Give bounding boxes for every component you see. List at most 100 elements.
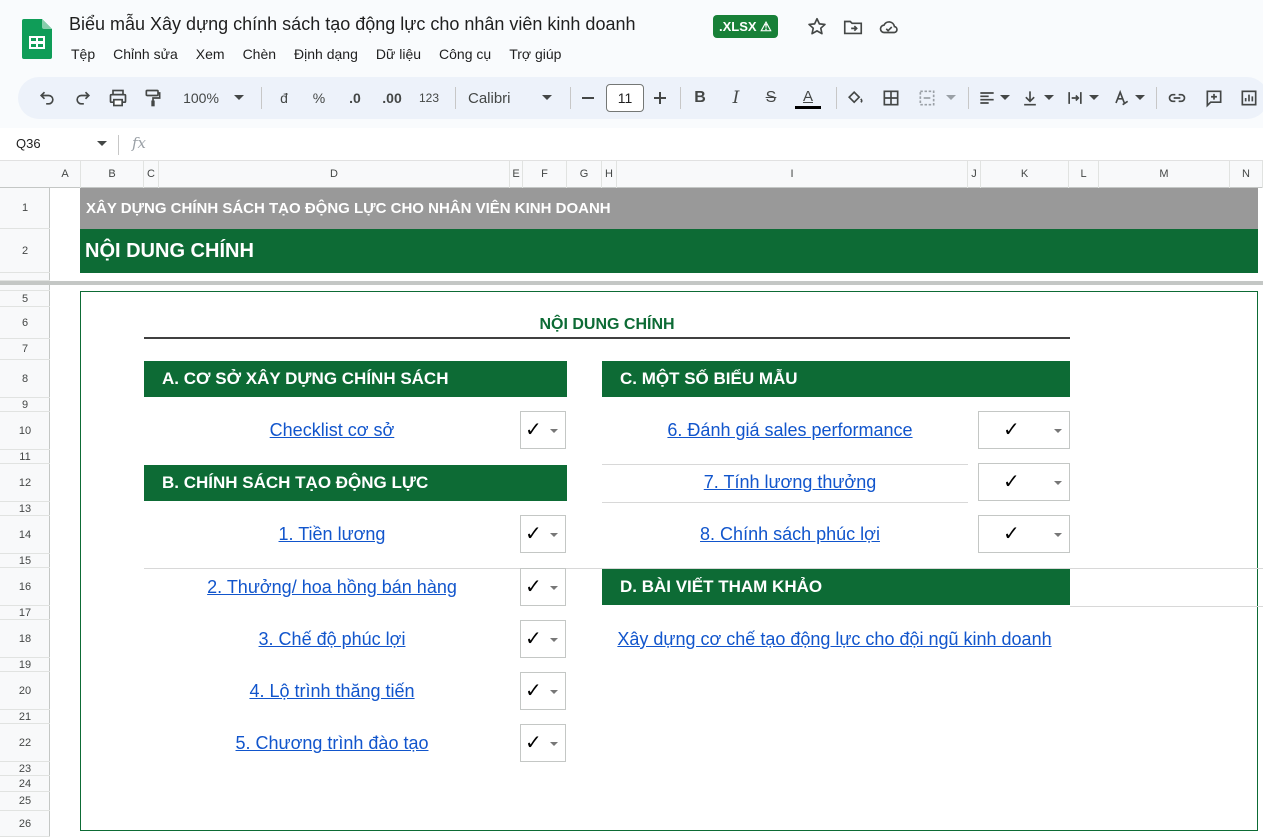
link-career-path[interactable]: 4. Lộ trình thăng tiến xyxy=(144,681,520,702)
checkbox-dropdown[interactable]: ✓ xyxy=(520,411,566,449)
section-a-header[interactable]: A. CƠ SỞ XÂY DỰNG CHÍNH SÁCH xyxy=(144,361,567,397)
link-benefits[interactable]: 3. Chế độ phúc lợi xyxy=(144,629,520,650)
menu-format[interactable]: Định dạng xyxy=(285,44,367,64)
dropdown-arrow-icon[interactable] xyxy=(1054,481,1062,485)
column-header-b[interactable]: B xyxy=(81,161,144,188)
link-reference-article[interactable]: Xây dựng cơ chế tạo động lực cho đội ngũ… xyxy=(602,629,1067,650)
italic-button[interactable]: I xyxy=(728,85,744,111)
checkbox-dropdown[interactable]: ✓ xyxy=(520,724,566,762)
merge-cells-icon[interactable] xyxy=(916,85,938,111)
row-header[interactable] xyxy=(0,273,50,281)
move-to-folder-icon[interactable] xyxy=(842,16,864,38)
dropdown-arrow-icon[interactable] xyxy=(550,533,558,537)
checkbox-dropdown[interactable]: ✓ xyxy=(978,463,1070,501)
content-title[interactable]: NỘI DUNG CHÍNH xyxy=(144,316,1070,334)
menu-data[interactable]: Dữ liệu xyxy=(367,44,430,64)
dropdown-arrow-icon[interactable] xyxy=(550,690,558,694)
redo-icon[interactable] xyxy=(72,85,94,111)
row-header[interactable]: 21 xyxy=(0,710,50,724)
row-header[interactable]: 24 xyxy=(0,776,50,792)
text-wrap-icon[interactable] xyxy=(1064,85,1086,111)
vertical-align-icon[interactable] xyxy=(1019,85,1041,111)
link-checklist[interactable]: Checklist cơ sở xyxy=(144,420,520,441)
menu-help[interactable]: Trợ giúp xyxy=(500,44,570,64)
text-color-button[interactable]: A xyxy=(794,85,822,111)
row-header[interactable]: 23 xyxy=(0,762,50,776)
row-header[interactable]: 22 xyxy=(0,724,50,762)
column-header-m[interactable]: M xyxy=(1099,161,1230,188)
column-header-l[interactable]: L xyxy=(1069,161,1099,188)
row-header[interactable]: 7 xyxy=(0,339,50,360)
dropdown-arrow-icon[interactable] xyxy=(550,638,558,642)
column-header-i[interactable]: I xyxy=(617,161,968,188)
font-family-select[interactable]: Calibri xyxy=(468,85,522,111)
star-icon[interactable] xyxy=(806,16,828,38)
decrease-font-size-icon[interactable] xyxy=(580,85,596,111)
column-header-g[interactable]: G xyxy=(567,161,602,188)
print-icon[interactable] xyxy=(107,85,129,111)
spreadsheet-grid[interactable]: XÂY DỰNG CHÍNH SÁCH TẠO ĐỘNG LỰC CHO NHÂ… xyxy=(0,188,1263,837)
checkbox-dropdown[interactable]: ✓ xyxy=(520,620,566,658)
menu-tools[interactable]: Công cụ xyxy=(430,44,500,64)
paint-format-icon[interactable] xyxy=(142,85,164,111)
frozen-rows-divider[interactable] xyxy=(0,281,1263,285)
increase-decimal-button[interactable]: .00 xyxy=(378,85,406,111)
column-header-a[interactable]: A xyxy=(50,161,81,188)
wrap-chevron-down-icon[interactable] xyxy=(1087,85,1101,111)
rotation-chevron-down-icon[interactable] xyxy=(1133,85,1147,111)
menu-edit[interactable]: Chỉnh sửa xyxy=(104,44,187,64)
column-header-c[interactable]: C xyxy=(144,161,159,188)
insert-chart-icon[interactable] xyxy=(1238,85,1260,111)
zoom-chevron-down-icon[interactable] xyxy=(232,85,246,111)
zoom-select[interactable]: 100% xyxy=(178,85,224,111)
fill-color-icon[interactable] xyxy=(844,85,866,111)
row-header[interactable]: 13 xyxy=(0,502,50,516)
merge-chevron-down-icon[interactable] xyxy=(944,85,958,111)
checkbox-dropdown[interactable]: ✓ xyxy=(978,515,1070,553)
menu-view[interactable]: Xem xyxy=(187,44,234,64)
row-header[interactable]: 26 xyxy=(0,811,50,837)
row-header[interactable]: 25 xyxy=(0,792,50,811)
font-chevron-down-icon[interactable] xyxy=(540,85,554,111)
row-header[interactable]: 11 xyxy=(0,450,50,464)
section-d-header[interactable]: D. BÀI VIẾT THAM KHẢO xyxy=(602,569,1070,605)
sheets-logo-icon[interactable] xyxy=(22,19,52,59)
column-header-h[interactable]: H xyxy=(602,161,617,188)
row-header[interactable]: 10 xyxy=(0,412,50,450)
cloud-saved-icon[interactable] xyxy=(878,16,900,38)
link-bonus-commission[interactable]: 2. Thưởng/ hoa hồng bán hàng xyxy=(144,577,520,598)
checkbox-dropdown[interactable]: ✓ xyxy=(978,411,1070,449)
bold-button[interactable]: B xyxy=(692,85,708,111)
link-benefits-policy[interactable]: 8. Chính sách phúc lợi xyxy=(602,524,978,545)
link-sales-performance[interactable]: 6. Đánh giá sales performance xyxy=(602,420,978,441)
name-box-chevron-down-icon[interactable] xyxy=(97,141,107,147)
row-header[interactable]: 2 xyxy=(0,229,50,273)
file-format-badge[interactable]: .XLSX ⚠ xyxy=(713,15,778,38)
row-header[interactable]: 19 xyxy=(0,658,50,672)
valign-chevron-down-icon[interactable] xyxy=(1042,85,1056,111)
column-header-e[interactable]: E xyxy=(510,161,523,188)
sheet-header-title[interactable]: XÂY DỰNG CHÍNH SÁCH TẠO ĐỘNG LỰC CHO NHÂ… xyxy=(80,188,1258,229)
section-c-header[interactable]: C. MỘT SỐ BIỂU MẪU xyxy=(602,361,1070,397)
dropdown-arrow-icon[interactable] xyxy=(550,742,558,746)
horizontal-align-icon[interactable] xyxy=(976,85,998,111)
decrease-decimal-button[interactable]: .0 xyxy=(343,85,367,111)
row-header[interactable]: 20 xyxy=(0,672,50,710)
checkbox-dropdown[interactable]: ✓ xyxy=(520,568,566,606)
column-header-d[interactable]: D xyxy=(159,161,510,188)
font-size-input[interactable]: 11 xyxy=(606,84,644,112)
row-header[interactable]: 17 xyxy=(0,606,50,620)
name-box[interactable]: Q36 xyxy=(16,136,41,151)
text-rotation-icon[interactable] xyxy=(1110,85,1132,111)
row-header[interactable]: 9 xyxy=(0,398,50,412)
insert-comment-icon[interactable] xyxy=(1203,85,1225,111)
row-header[interactable]: 15 xyxy=(0,554,50,568)
document-title[interactable]: Biểu mẫu Xây dựng chính sách tạo động lự… xyxy=(69,14,635,35)
borders-icon[interactable] xyxy=(880,85,902,111)
strikethrough-button[interactable]: S xyxy=(762,85,780,111)
row-header[interactable]: 12 xyxy=(0,464,50,502)
number-format-button[interactable]: 123 xyxy=(416,85,442,111)
link-training[interactable]: 5. Chương trình đào tạo xyxy=(144,733,520,754)
link-salary-bonus-calc[interactable]: 7. Tính lương thưởng xyxy=(602,472,978,493)
align-chevron-down-icon[interactable] xyxy=(998,85,1012,111)
